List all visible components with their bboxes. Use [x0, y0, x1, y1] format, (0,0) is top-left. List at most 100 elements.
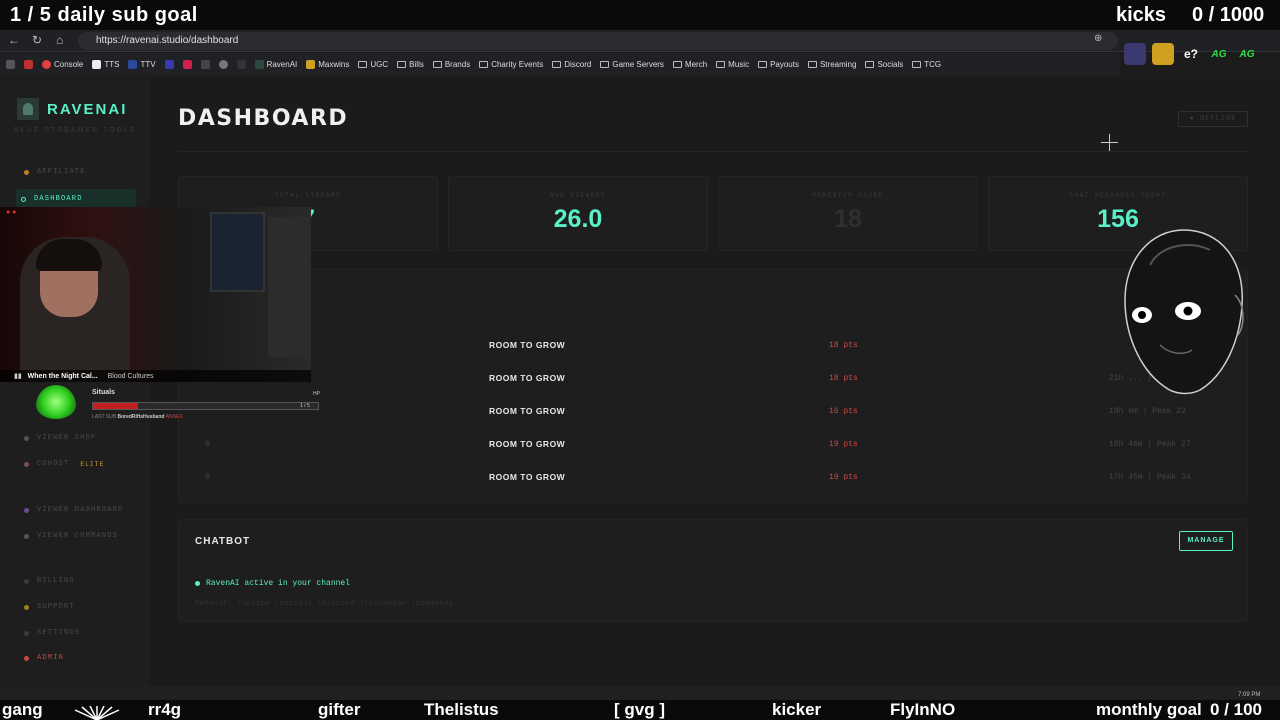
stream-status-badge: ● OFFLINE: [1178, 111, 1248, 127]
bookmark-tcg[interactable]: TCG: [912, 60, 941, 69]
folder-icon: [912, 60, 922, 68]
growth-status: ROOM TO GROW: [489, 439, 566, 449]
admin-icon: [24, 655, 29, 661]
table-row[interactable]: ROOM TO GROW 18 pts: [179, 337, 1249, 357]
points: 19 pts: [829, 440, 858, 449]
folder-icon: [397, 60, 407, 68]
back-icon[interactable]: ←: [8, 33, 20, 47]
affiliate-icon: [24, 169, 29, 175]
bookmark-ravenai[interactable]: RavenAI: [254, 59, 297, 69]
now-playing-bar: ▮▮ When the Night Cal... Blood Cultures: [0, 370, 311, 382]
bookmark-h-icon[interactable]: [182, 59, 192, 69]
address-bar[interactable]: https://ravenai.studio/dashboard: [78, 32, 1118, 50]
elite-badge: ELITE: [80, 460, 105, 468]
table-row[interactable]: ROOM TO GROW 18 pts 21h ... | Peak 15: [179, 370, 1249, 390]
extensions-area: e? AG AG: [1120, 38, 1280, 70]
folder-icon: [432, 60, 442, 68]
sidebar-item-dashboard[interactable]: DASHBOARD: [16, 189, 136, 209]
brand-tagline: BLUE STREAMER TOOLS: [14, 127, 137, 134]
ticker-gifter: gifter: [318, 700, 361, 719]
ticker-thelistus: Thelistus: [424, 700, 499, 719]
extension-ag-icon[interactable]: AG: [1208, 43, 1230, 65]
extension-emote-icon[interactable]: [1152, 43, 1174, 65]
ticker-rr4g: rr4g: [148, 700, 182, 719]
default-commands: Default: !uptime !socials !discord !foll…: [195, 600, 454, 608]
stream-bottom-ticker: gang rr4g gifter Thelistus [ gvg ] kicke…: [0, 700, 1280, 720]
bookmark-link-icon[interactable]: [200, 59, 210, 69]
sidebar-item-support[interactable]: SUPPORT: [24, 603, 75, 611]
sidebar-item-affiliate[interactable]: AFFILIATE: [24, 168, 86, 176]
table-row[interactable]: ROOM TO GROW 16 pts 19h 6m | Peak 22: [179, 403, 1249, 423]
sidebar-item-viewer-dashboard[interactable]: VIEWER DASHBOARD: [24, 506, 123, 514]
bookmark-socials[interactable]: Socials: [865, 60, 903, 69]
song-artist: Blood Cultures: [107, 373, 154, 380]
duration-peak: 18h 46m | Peak 27: [1109, 440, 1191, 449]
sunburst-icon: [74, 706, 120, 720]
sidebar-item-settings[interactable]: SETTINGS: [24, 629, 80, 637]
hp-bar: [92, 402, 319, 410]
bookmark-discord[interactable]: Discord: [552, 60, 591, 69]
bookmark-ugc[interactable]: UGC: [358, 60, 388, 69]
settings-icon: [24, 630, 29, 636]
main-content: DASHBOARD ● OFFLINE TOTAL STREAMS 7 AVG …: [150, 76, 1280, 686]
kicks-count: 0 / 1000: [1192, 4, 1265, 26]
sidebar-item-viewer-commands[interactable]: VIEWER COMMANDS: [24, 532, 118, 540]
browser-toolbar: ← ↻ ⌂ https://ravenai.studio/dashboard ⊕: [0, 30, 1280, 52]
brand-logo[interactable]: RAVENAI: [17, 98, 127, 120]
folder-icon: [672, 60, 682, 68]
bookmark-bills[interactable]: Bills: [397, 60, 424, 69]
stat-value: 26.0: [553, 205, 603, 233]
ticker-kicker: kicker: [772, 700, 822, 719]
sidebar-item-cohost[interactable]: COHOST ELITE: [24, 460, 104, 468]
extension-e-icon[interactable]: e?: [1180, 43, 1202, 65]
ticker-gang: gang: [2, 700, 43, 719]
sidebar-item-admin[interactable]: ADMIN: [24, 654, 64, 662]
sidebar-item-billing[interactable]: BILLING: [24, 577, 75, 585]
bookmark-console[interactable]: Console: [42, 59, 83, 69]
bookmark-tts[interactable]: TTS: [92, 59, 119, 69]
extension-ag2-icon[interactable]: AG: [1236, 43, 1258, 65]
bookmarks-bar: Console TTS TTV RavenAI Maxwins UGC Bill…: [0, 53, 1120, 75]
recent-streams-panel: ROOM TO GROW 18 pts ROOM TO GROW 18 pts …: [178, 268, 1248, 503]
table-row[interactable]: 0 ROOM TO GROW 19 pts 18h 46m | Peak 27: [179, 436, 1249, 456]
green-gem-icon: [36, 385, 76, 419]
title-divider: [178, 151, 1248, 152]
raven-logo-icon: [17, 98, 39, 120]
page-title: DASHBOARD: [178, 106, 349, 131]
table-row[interactable]: 0 ROOM TO GROW 19 pts 17h 45m | Peak 34: [179, 469, 1249, 489]
folder-icon: [552, 60, 562, 68]
extension-game-icon[interactable]: [1124, 43, 1146, 65]
kicks-label: kicks: [1116, 4, 1167, 26]
bookmark-streaming[interactable]: Streaming: [807, 60, 856, 69]
bookmark-ttv[interactable]: TTV: [128, 59, 156, 69]
bookmark-game-servers[interactable]: Game Servers: [600, 60, 664, 69]
bookmark-globe-icon[interactable]: [218, 59, 228, 69]
bookmark-charity-events[interactable]: Charity Events: [479, 60, 543, 69]
home-icon[interactable]: ⌂: [56, 33, 63, 47]
bookmark-maxwins[interactable]: Maxwins: [306, 59, 349, 69]
folder-icon: [600, 60, 610, 68]
bookmark-r-icon[interactable]: [236, 59, 246, 69]
bookmark-ez-icon[interactable]: [164, 59, 174, 69]
stat-card-avg-viewers: AVG VIEWERS 26.0: [448, 176, 708, 251]
manage-chatbot-button[interactable]: MANAGE: [1179, 531, 1233, 551]
sidebar-item-viewer-shop[interactable]: VIEWER SHOP: [24, 434, 96, 442]
bookmark-brands[interactable]: Brands: [432, 60, 470, 69]
duration-peak: 17h 45m | Peak 34: [1109, 473, 1191, 482]
bookmark-payouts[interactable]: Payouts: [758, 60, 799, 69]
song-title: When the Night Cal...: [27, 373, 98, 380]
commands-icon: [24, 533, 29, 539]
status-dot-icon: [195, 581, 200, 586]
ticker-monthly-count: 0 / 100: [1210, 700, 1262, 719]
bookmark-gmail-icon[interactable]: [24, 59, 33, 69]
bookmark-merch[interactable]: Merch: [672, 60, 707, 69]
bookmark-music[interactable]: Music: [716, 60, 749, 69]
growth-status: ROOM TO GROW: [489, 472, 566, 482]
equalizer-icon: ▮▮: [14, 373, 22, 380]
bookmark-apps-icon[interactable]: [6, 59, 15, 69]
dashboard-icon: [21, 196, 26, 202]
support-icon: [24, 604, 29, 610]
reload-icon[interactable]: ↻: [32, 33, 42, 47]
growth-status: ROOM TO GROW: [489, 406, 566, 416]
zoom-icon[interactable]: ⊕: [1094, 33, 1102, 44]
